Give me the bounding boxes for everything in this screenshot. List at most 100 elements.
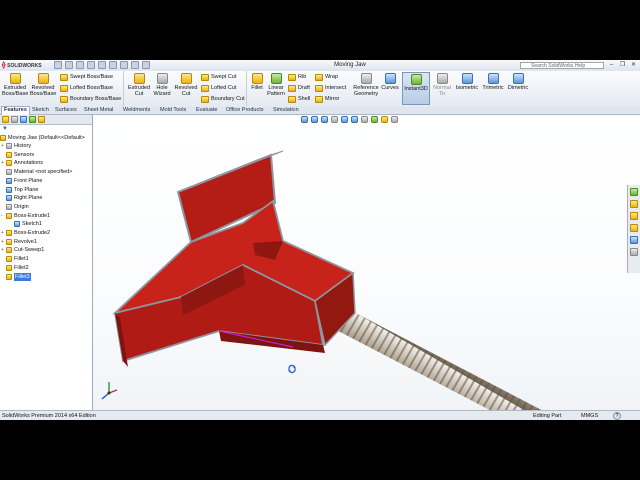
tab-office-products[interactable]: Office Products bbox=[224, 107, 266, 114]
options-icon[interactable] bbox=[142, 61, 150, 69]
trimetric-icon bbox=[487, 73, 499, 84]
minimize-button[interactable]: – bbox=[607, 61, 616, 69]
file-explorer-icon[interactable] bbox=[630, 212, 638, 220]
feature-manager-icon[interactable] bbox=[2, 116, 9, 123]
solidworks-resources-icon[interactable] bbox=[630, 188, 638, 196]
tree-item-boss-extrude2[interactable]: Boss-Extrude2 bbox=[6, 229, 50, 237]
shell-button[interactable]: Shell bbox=[288, 94, 310, 104]
view-palette-icon[interactable] bbox=[630, 224, 638, 232]
unit-system-button[interactable]: MMGS bbox=[581, 411, 598, 420]
part-model[interactable] bbox=[93, 115, 640, 410]
linear-pattern-button[interactable]: Linear Pattern bbox=[265, 73, 287, 97]
tree-item-history[interactable]: History bbox=[6, 142, 31, 150]
tree-item-material-not-specified[interactable]: Material <not specified> bbox=[6, 168, 72, 176]
reference-geometry-button[interactable]: Reference Geometry bbox=[351, 73, 381, 97]
custom-properties-icon[interactable] bbox=[630, 248, 638, 256]
extruded-cut-button[interactable]: Extruded Cut bbox=[126, 73, 152, 97]
lofted-cut-button[interactable]: Lofted Cut bbox=[201, 83, 236, 93]
tab-features[interactable]: Features bbox=[1, 106, 30, 115]
swept-cut-button[interactable]: Swept Cut bbox=[201, 72, 236, 82]
draft-button[interactable]: Draft bbox=[288, 83, 310, 93]
extruded-boss-icon bbox=[9, 73, 21, 84]
close-button[interactable]: ✕ bbox=[629, 61, 638, 69]
tree-item-fillet3[interactable]: Fillet3 bbox=[6, 272, 31, 281]
rib-button[interactable]: Rib bbox=[288, 72, 306, 82]
trimetric-button[interactable]: Trimetric bbox=[481, 73, 505, 91]
tree-expander[interactable]: + bbox=[1, 142, 4, 150]
tree-expander[interactable]: + bbox=[1, 246, 4, 254]
undo-icon[interactable] bbox=[98, 61, 106, 69]
save-icon[interactable] bbox=[76, 61, 84, 69]
appearances-icon[interactable] bbox=[630, 236, 638, 244]
hole-wizard-button[interactable]: Hole Wizard bbox=[150, 73, 174, 97]
design-library-icon[interactable] bbox=[630, 200, 638, 208]
normal-to-button[interactable]: Normal To bbox=[431, 73, 453, 97]
dimxpert-manager-icon[interactable] bbox=[29, 116, 36, 123]
tree-expander[interactable]: - bbox=[1, 212, 4, 220]
dimetric-button[interactable]: Dimetric bbox=[506, 73, 530, 91]
tree-item-annotations[interactable]: Annotations bbox=[6, 159, 43, 167]
tree-item-origin[interactable]: Origin bbox=[6, 203, 29, 211]
curves-icon bbox=[384, 73, 396, 84]
revolved-boss-button[interactable]: Revolved Boss/Base bbox=[30, 73, 56, 97]
tab-surfaces[interactable]: Surfaces bbox=[53, 107, 79, 114]
extruded-boss-button[interactable]: Extruded Boss/Base bbox=[2, 73, 28, 97]
open-icon[interactable] bbox=[65, 61, 73, 69]
tree-item-revolve1[interactable]: Revolve1 bbox=[6, 238, 37, 246]
rebuild-icon[interactable] bbox=[120, 61, 128, 69]
help-icon[interactable]: ? bbox=[613, 412, 621, 420]
print-icon[interactable] bbox=[87, 61, 95, 69]
tree-expander[interactable]: + bbox=[1, 159, 4, 167]
isometric-button[interactable]: Isometric bbox=[455, 73, 479, 91]
tree-item-sketch1[interactable]: Sketch1 bbox=[14, 220, 42, 228]
revolved-boss-icon bbox=[37, 73, 49, 84]
tree-item-cut-sweep1[interactable]: Cut-Sweep1 bbox=[6, 246, 44, 254]
tab-evaluate[interactable]: Evaluate bbox=[194, 107, 219, 114]
feature-icon bbox=[6, 143, 12, 149]
solidworks-logo[interactable]: ⟠ SOLIDWORKS bbox=[2, 61, 46, 70]
swept-cut-icon bbox=[201, 74, 209, 81]
swept-boss-button[interactable]: Swept Boss/Base bbox=[60, 72, 113, 82]
intersect-button[interactable]: Intersect bbox=[315, 83, 346, 93]
boundary-cut-button[interactable]: Boundary Cut bbox=[201, 94, 245, 104]
select-icon[interactable] bbox=[109, 61, 117, 69]
tree-item-sensors[interactable]: Sensors bbox=[6, 151, 34, 159]
tree-root[interactable]: Moving Jaw (Default<<Default> bbox=[0, 134, 85, 142]
tab-sketch[interactable]: Sketch bbox=[30, 107, 51, 114]
tree-item-fillet1[interactable]: Fillet1 bbox=[6, 255, 29, 263]
tab-simulation[interactable]: Simulation bbox=[271, 107, 301, 114]
threaded-shaft[interactable] bbox=[322, 302, 600, 410]
file-properties-icon[interactable] bbox=[131, 61, 139, 69]
instant3d-button[interactable]: Instant3D bbox=[402, 72, 430, 105]
help-search-input[interactable]: Search SolidWorks Help bbox=[520, 62, 604, 69]
tab-sheet-metal[interactable]: Sheet Metal bbox=[82, 107, 115, 114]
tree-item-top-plane[interactable]: Top Plane bbox=[6, 186, 38, 194]
tree-expander[interactable]: + bbox=[1, 229, 4, 237]
curves-button[interactable]: Curves bbox=[380, 73, 400, 91]
property-manager-icon[interactable] bbox=[11, 116, 18, 123]
lofted-boss-button[interactable]: Lofted Boss/Base bbox=[60, 83, 113, 93]
graphics-area[interactable] bbox=[93, 115, 640, 410]
feature-manager-panel: ▼ Moving Jaw (Default<<Default> + History… bbox=[0, 115, 93, 410]
tab-weldments[interactable]: Weldments bbox=[121, 107, 152, 114]
boundary-boss-button[interactable]: Boundary Boss/Base bbox=[60, 94, 121, 104]
revolved-cut-button[interactable]: Revolved Cut bbox=[173, 73, 199, 97]
tree-item-fillet2[interactable]: Fillet2 bbox=[6, 264, 29, 272]
restore-button[interactable]: ❐ bbox=[618, 61, 627, 69]
fillet-button[interactable]: Fillet bbox=[248, 73, 266, 91]
tree-item-right-plane[interactable]: Right Plane bbox=[6, 194, 42, 202]
app-name: SOLIDWORKS bbox=[7, 63, 42, 69]
tree-item-front-plane[interactable]: Front Plane bbox=[6, 177, 42, 185]
mirror-button[interactable]: Mirror bbox=[315, 94, 339, 104]
jaw-body[interactable] bbox=[112, 150, 356, 367]
tree-expander[interactable]: + bbox=[1, 238, 4, 246]
configuration-manager-icon[interactable] bbox=[20, 116, 27, 123]
filter-icon[interactable]: ▼ bbox=[2, 126, 8, 132]
tab-mold-tools[interactable]: Mold Tools bbox=[158, 107, 188, 114]
tree-item-boss-extrude1[interactable]: Boss-Extrude1 bbox=[6, 212, 50, 220]
display-manager-icon[interactable] bbox=[38, 116, 45, 123]
lofted-cut-icon bbox=[201, 85, 209, 92]
new-icon[interactable] bbox=[54, 61, 62, 69]
wrap-button[interactable]: Wrap bbox=[315, 72, 338, 82]
feature-icon bbox=[6, 264, 12, 271]
